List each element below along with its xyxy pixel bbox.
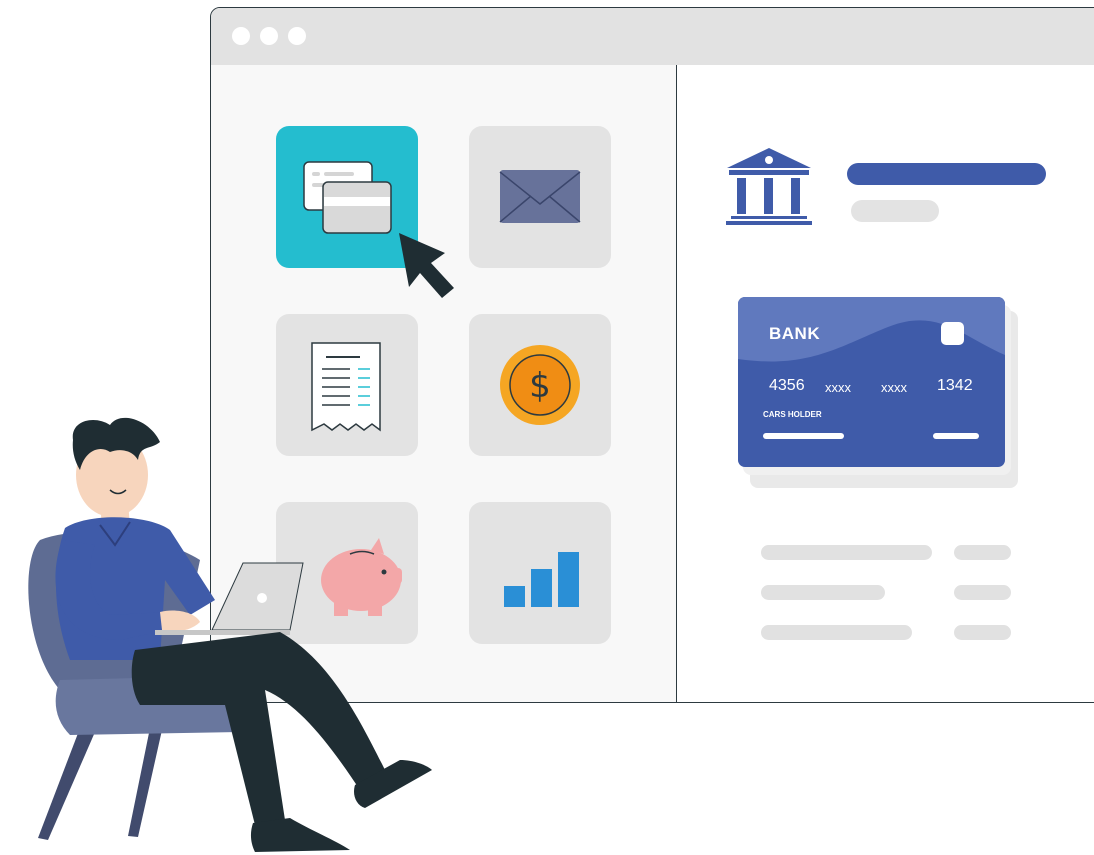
- card-bank-label: BANK: [769, 324, 821, 343]
- mail-tile[interactable]: [469, 126, 611, 268]
- card-number-group: 4356: [769, 377, 805, 394]
- card-holder-name-placeholder: [763, 433, 844, 439]
- detail-line-placeholder: [761, 545, 932, 560]
- card-number-group: xxxx: [825, 380, 851, 395]
- card-number-group: xxxx: [881, 380, 907, 395]
- card-holder-label: CARS HOLDER: [763, 410, 822, 419]
- detail-value-placeholder: [954, 585, 1011, 600]
- account-subtitle-placeholder: [851, 200, 939, 222]
- dollar-tile[interactable]: $: [469, 314, 611, 456]
- bank-building-icon: [726, 148, 812, 225]
- bank-card[interactable]: BANK 4356 xxxx xxxx 1342 CARS HOLDER: [738, 297, 1005, 467]
- detail-line-placeholder: [761, 625, 912, 640]
- envelope-icon: [499, 170, 581, 223]
- detail-line-placeholder: [761, 585, 885, 600]
- card-expiry-placeholder: [933, 433, 979, 439]
- bar-chart-icon: [504, 552, 579, 607]
- card-chip-icon: [941, 322, 964, 345]
- person-illustration: [28, 417, 432, 852]
- card-number-group: 1342: [937, 377, 973, 394]
- account-name-placeholder: [847, 163, 1046, 185]
- detail-value-placeholder: [954, 545, 1011, 560]
- stats-tile[interactable]: [469, 502, 611, 644]
- svg-text:$: $: [529, 366, 551, 406]
- detail-value-placeholder: [954, 625, 1011, 640]
- dollar-coin-icon: $: [500, 345, 580, 425]
